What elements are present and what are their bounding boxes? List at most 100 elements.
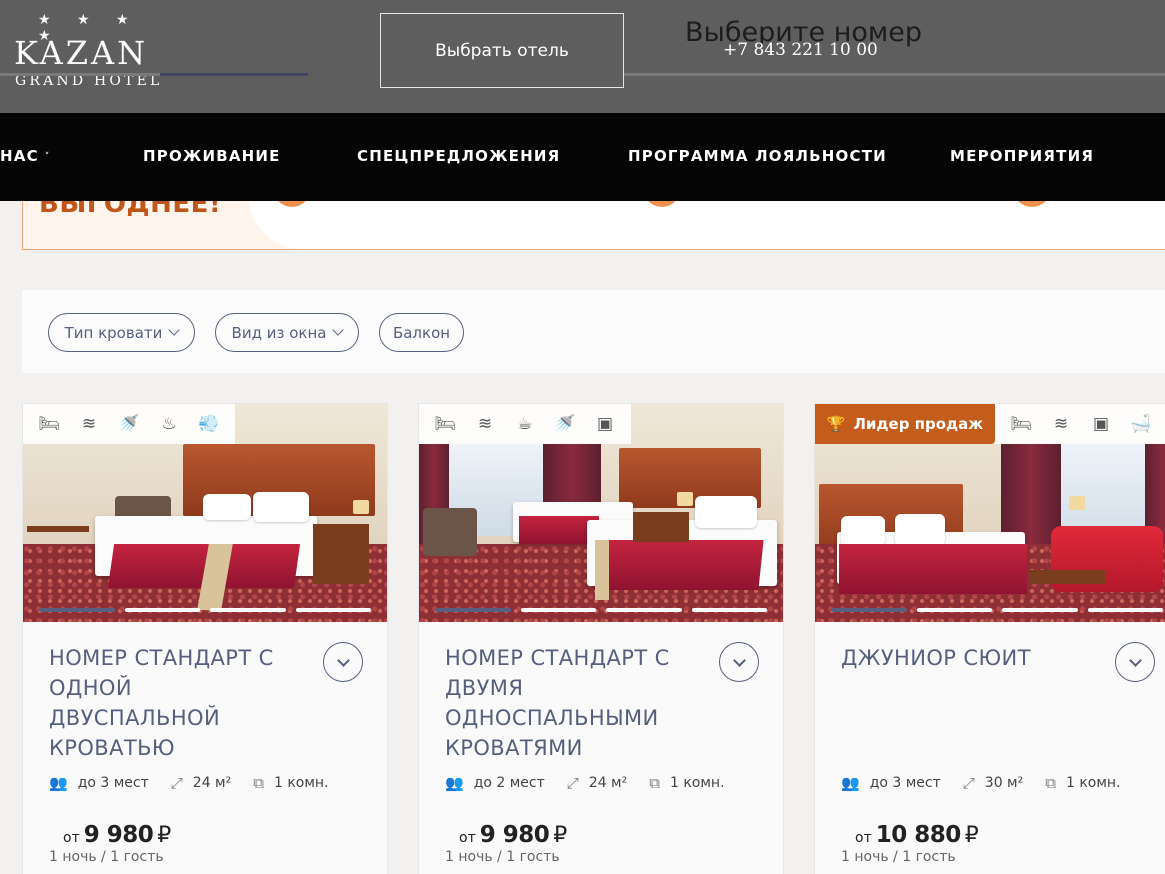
site-header: ★ ★ ★ ★ KAZAN GRAND HOTEL Выбрать отель … xyxy=(0,0,1165,113)
shower-icon: 🚿 xyxy=(118,414,140,434)
wifi-icon: ≋ xyxy=(81,414,97,434)
room-photo[interactable]: 🛏 ≋ ☕ 🚿 ▣ xyxy=(419,404,783,622)
choose-hotel-button[interactable]: Выбрать отель xyxy=(380,13,624,88)
room-card[interactable]: 🏆 Лидер продаж 🛏 ≋ ▣ 🛁 Джуниор сюит 👥 до … xyxy=(814,403,1165,874)
amenities-bar: 🛏 ≋ ▣ 🛁 xyxy=(995,404,1165,444)
guests-count: до 3 мест xyxy=(869,775,941,791)
banner-text: ВЫГОДНЕЕ! xyxy=(39,201,222,219)
room-specs: 👥 до 2 мест ⤢ 24 м² ⧉ 1 комн. xyxy=(445,774,747,792)
room-price: от 9 980 ₽ xyxy=(459,822,567,848)
rooms-icon: ⧉ xyxy=(649,774,660,792)
chevron-down-icon xyxy=(1128,653,1142,667)
currency-symbol: ₽ xyxy=(157,823,172,848)
logo-main-text: KAZAN xyxy=(14,34,149,72)
price-basis: 1 ночь / 1 гость xyxy=(445,849,560,865)
price-basis: 1 ночь / 1 гость xyxy=(841,849,956,865)
price-prefix: от xyxy=(63,830,80,846)
price-value: 10 880 xyxy=(875,822,962,848)
filter-bar: Тип кровати Вид из окна Балкон xyxy=(22,290,1165,373)
coffee-icon: ☕ xyxy=(517,414,533,434)
room-area: 30 м² xyxy=(984,775,1024,791)
header-divider xyxy=(624,73,1165,76)
room-price: от 9 980 ₽ xyxy=(63,822,171,848)
nav-item-offers[interactable]: СПЕЦПРЕДЛОЖЕНИЯ xyxy=(357,147,560,165)
guests-count: до 3 мест xyxy=(77,775,149,791)
hairdryer-icon: 💨 xyxy=(198,414,220,434)
chevron-down-icon xyxy=(732,653,746,667)
guests-count: до 2 мест xyxy=(473,775,545,791)
bed-icon: 🛏 xyxy=(434,414,456,434)
rooms-count: 1 комн. xyxy=(1065,775,1121,791)
bed-icon: 🛏 xyxy=(38,414,60,434)
filter-label: Балкон xyxy=(392,323,451,342)
expand-button[interactable] xyxy=(1115,642,1155,682)
shower-icon: 🚿 xyxy=(554,414,576,434)
nav-item-events[interactable]: МЕРОПРИЯТИЯ xyxy=(950,147,1094,165)
main-nav: НАС ˅ ПРОЖИВАНИЕ СПЕЦПРЕДЛОЖЕНИЯ ПРОГРАММ… xyxy=(0,113,1165,201)
price-value: 9 980 xyxy=(83,822,154,848)
nav-item-about[interactable]: НАС ˅ xyxy=(0,147,50,165)
amenities-bar: 🛏 ≋ ☕ 🚿 ▣ xyxy=(419,404,631,444)
phone-link[interactable]: +7 843 221 10 00 xyxy=(723,40,878,60)
area-icon: ⤢ xyxy=(566,774,579,792)
safe-icon: ▣ xyxy=(1092,414,1110,434)
area-icon: ⤢ xyxy=(170,774,183,792)
rooms-count: 1 комн. xyxy=(669,775,725,791)
room-area: 24 м² xyxy=(192,775,232,791)
currency-symbol: ₽ xyxy=(553,823,568,848)
photo-slider-dots[interactable] xyxy=(435,608,767,612)
room-photo[interactable]: 🏆 Лидер продаж 🛏 ≋ ▣ 🛁 xyxy=(815,404,1165,622)
header-progress xyxy=(160,73,308,76)
nav-item-loyalty[interactable]: ПРОГРАММА ЛОЯЛЬНОСТИ xyxy=(628,147,887,165)
filter-label: Вид из окна xyxy=(231,323,327,342)
filter-label: Тип кровати xyxy=(64,323,163,342)
chevron-down-icon: ˅ xyxy=(44,152,51,162)
bestseller-badge: 🏆 Лидер продаж xyxy=(815,404,995,444)
room-specs: 👥 до 3 мест ⤢ 30 м² ⧉ 1 комн. xyxy=(841,774,1143,792)
filter-bed-type[interactable]: Тип кровати xyxy=(48,313,195,352)
amenities-bar: 🛏 ≋ 🚿 ♨ 💨 xyxy=(23,404,235,444)
room-card[interactable]: 🛏 ≋ 🚿 ♨ 💨 Номер стандарт с одной двуспал… xyxy=(22,403,388,874)
wifi-icon: ≋ xyxy=(477,414,493,434)
rooms-count: 1 комн. xyxy=(273,775,329,791)
photo-slider-dots[interactable] xyxy=(39,608,371,612)
chevron-down-icon xyxy=(168,323,181,336)
price-prefix: от xyxy=(459,830,476,846)
nav-item-accommodation[interactable]: ПРОЖИВАНИЕ xyxy=(143,147,281,165)
guests-icon: 👥 xyxy=(49,774,68,792)
chevron-down-icon xyxy=(336,653,350,667)
chevron-down-icon xyxy=(332,323,345,336)
filter-window-view[interactable]: Вид из окна xyxy=(215,313,359,352)
promo-banner: ВЫГОДНЕЕ! xyxy=(22,201,1165,250)
badge-label: Лидер продаж xyxy=(853,415,984,433)
safe-icon: ▣ xyxy=(596,414,614,434)
room-photo[interactable]: 🛏 ≋ 🚿 ♨ 💨 xyxy=(23,404,387,622)
room-title[interactable]: Номер стандарт с одной двуспальной крова… xyxy=(49,643,309,763)
room-title[interactable]: Номер стандарт с двумя односпальными кро… xyxy=(445,643,705,763)
filter-balcony[interactable]: Балкон xyxy=(379,313,464,352)
trophy-icon: 🏆 xyxy=(826,415,846,433)
price-value: 9 980 xyxy=(479,822,550,848)
room-card[interactable]: 🛏 ≋ ☕ 🚿 ▣ Номер стандарт с двумя односпа… xyxy=(418,403,784,874)
room-area: 24 м² xyxy=(588,775,628,791)
expand-button[interactable] xyxy=(719,642,759,682)
price-basis: 1 ночь / 1 гость xyxy=(49,849,164,865)
guests-icon: 👥 xyxy=(445,774,464,792)
currency-symbol: ₽ xyxy=(964,823,979,848)
rooms-icon: ⧉ xyxy=(253,774,264,792)
nav-item-label: НАС xyxy=(0,147,39,165)
bed-icon: 🛏 xyxy=(1010,414,1032,434)
rooms-icon: ⧉ xyxy=(1045,774,1056,792)
guests-icon: 👥 xyxy=(841,774,860,792)
wifi-icon: ≋ xyxy=(1053,414,1069,434)
bathtub-icon: 🛁 xyxy=(1130,414,1152,434)
header-divider xyxy=(0,73,160,76)
room-title[interactable]: Джуниор сюит xyxy=(841,643,1101,673)
room-price: от 10 880 ₽ xyxy=(855,822,979,848)
room-specs: 👥 до 3 мест ⤢ 24 м² ⧉ 1 комн. xyxy=(49,774,351,792)
spa-icon: ♨ xyxy=(161,414,177,434)
price-prefix: от xyxy=(855,830,872,846)
photo-slider-dots[interactable] xyxy=(831,608,1163,612)
area-icon: ⤢ xyxy=(962,774,975,792)
expand-button[interactable] xyxy=(323,642,363,682)
